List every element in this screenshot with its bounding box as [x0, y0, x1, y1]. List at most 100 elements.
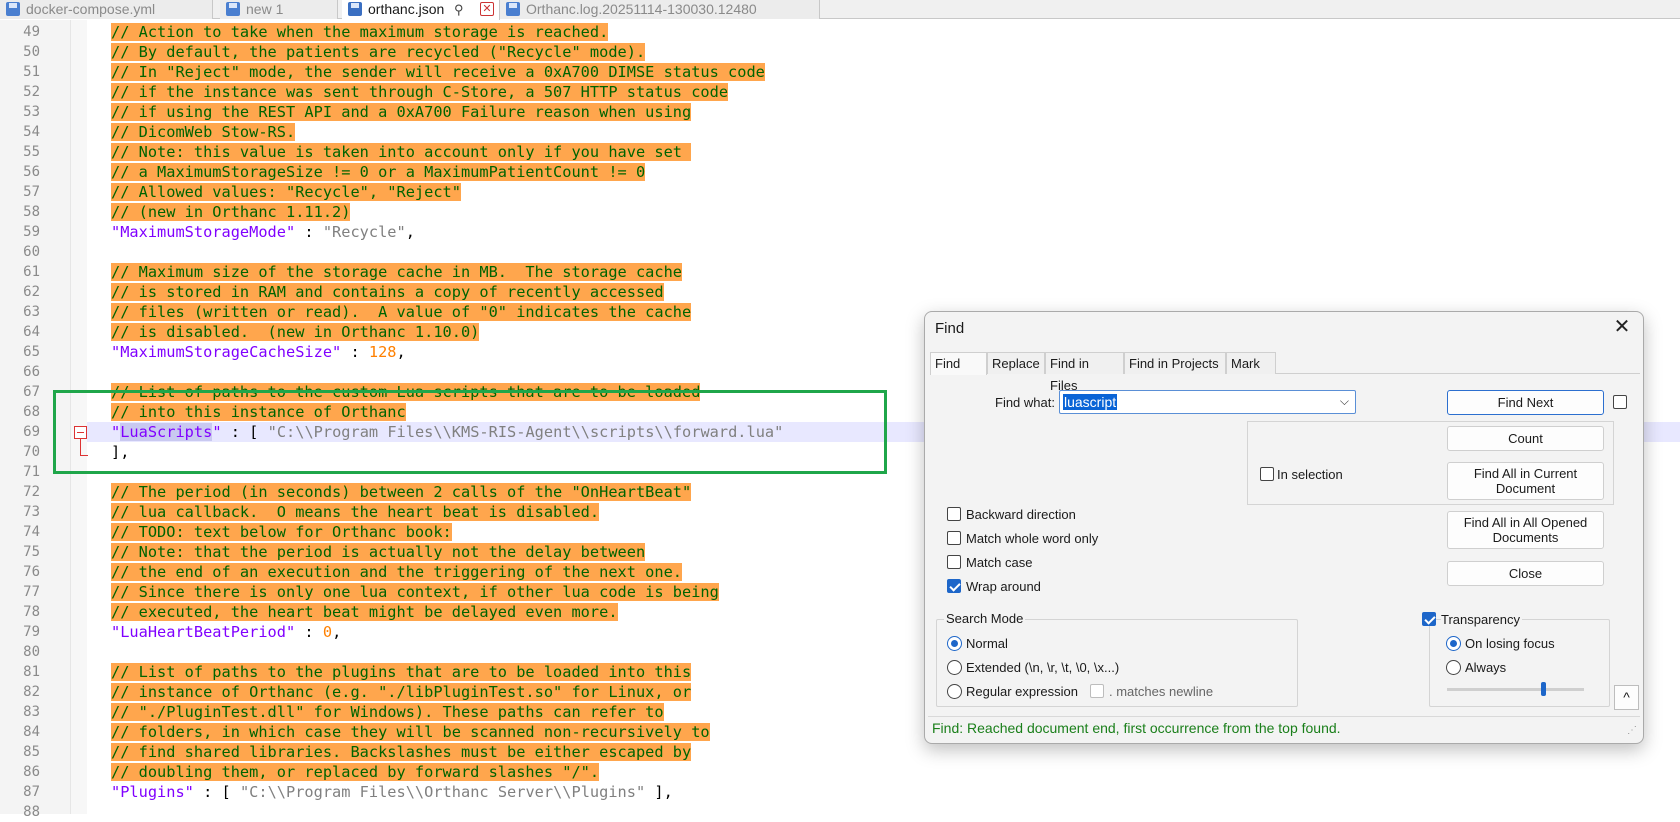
json-separator: :: [341, 343, 369, 361]
line-number: 65: [23, 344, 40, 360]
line-number: 69: [23, 424, 40, 440]
line-number: 53: [23, 104, 40, 120]
code-line[interactable]: // Maximum size of the storage cache in …: [111, 262, 682, 282]
code-line[interactable]: // if the instance was sent through C-St…: [111, 82, 729, 102]
code-line[interactable]: "MaximumStorageMode" : "Recycle",: [111, 222, 415, 242]
comment-text: // DicomWeb Stow-RS.: [111, 123, 296, 141]
tab-replace[interactable]: Replace: [987, 352, 1045, 374]
line-number: 72: [23, 484, 40, 500]
code-line[interactable]: // is disabled. (new in Orthanc 1.10.0): [111, 322, 480, 342]
comment-text: // if the instance was sent through C-St…: [111, 83, 729, 101]
code-line[interactable]: "MaximumStorageCacheSize" : 128,: [111, 342, 406, 362]
regex-radio[interactable]: [947, 684, 962, 699]
comment-text: // Allowed values: "Recycle", "Reject": [111, 183, 461, 201]
line-number: 81: [23, 664, 40, 680]
line-number: 67: [23, 384, 40, 400]
document-tab-bar: docker-compose.yml new 1 orthanc.json ⚲ …: [0, 0, 1680, 20]
code-line[interactable]: // lua callback. O means the heart beat …: [111, 502, 600, 522]
code-line[interactable]: // find shared libraries. Backslashes mu…: [111, 742, 692, 762]
extended-radio[interactable]: [947, 660, 962, 675]
code-line[interactable]: // By default, the patients are recycled…: [111, 42, 646, 62]
comment-text: // The period (in seconds) between 2 cal…: [111, 483, 692, 501]
code-line[interactable]: // Note: this value is taken into accoun…: [111, 142, 692, 162]
line-number: 54: [23, 124, 40, 140]
tab-find[interactable]: Find: [930, 352, 987, 375]
json-value: "C:\\Program Files\\Orthanc Server\\Plug…: [239, 783, 646, 801]
code-line[interactable]: // Allowed values: "Recycle", "Reject": [111, 182, 461, 202]
match-whole-word-checkbox[interactable]: [947, 531, 961, 545]
tab-docker-compose[interactable]: docker-compose.yml: [0, 0, 213, 19]
code-line[interactable]: // Since there is only one lua context, …: [111, 582, 719, 602]
normal-radio[interactable]: [947, 636, 962, 651]
tab-find-in-files[interactable]: Find in Files: [1045, 352, 1124, 393]
code-line[interactable]: // folders, in which case they will be s…: [111, 722, 710, 742]
normal-label: Normal: [966, 636, 1008, 651]
code-line[interactable]: // (new in Orthanc 1.11.2): [111, 202, 351, 222]
match-case-checkbox[interactable]: [947, 555, 961, 569]
transparency-label: Transparency: [1441, 612, 1522, 627]
tab-orthanc-log[interactable]: Orthanc.log.20251114-130030.12480: [500, 0, 820, 19]
transparency-slider[interactable]: [1447, 688, 1584, 691]
tab-new-1[interactable]: new 1: [220, 0, 338, 19]
always-radio[interactable]: [1446, 660, 1461, 675]
line-number: 68: [23, 404, 40, 420]
backward-direction-label: Backward direction: [966, 507, 1076, 522]
on-losing-focus-radio[interactable]: [1446, 636, 1461, 651]
chevron-down-icon[interactable]: ⌵: [1340, 394, 1349, 409]
resize-grip-icon[interactable]: ⋰: [1627, 725, 1637, 736]
backward-direction-checkbox[interactable]: [947, 507, 961, 521]
code-line[interactable]: // TODO: text below for Orthanc book:: [111, 522, 452, 542]
matches-newline-checkbox[interactable]: [1090, 684, 1104, 698]
code-line[interactable]: // files (written or read). A value of "…: [111, 302, 692, 322]
extended-label: Extended (\n, \r, \t, \0, \x...): [966, 660, 1120, 675]
transparency-checkbox[interactable]: [1422, 612, 1436, 626]
find-all-opened-documents-button[interactable]: Find All in All Opened Documents: [1447, 511, 1604, 549]
line-number: 86: [23, 764, 40, 780]
wrap-around-checkbox[interactable]: [947, 579, 961, 593]
find-what-input[interactable]: luascript ⌵: [1059, 390, 1356, 414]
line-number: 77: [23, 584, 40, 600]
comment-text: // executed, the heart beat might be del…: [111, 603, 618, 621]
comment-text: // lua callback. O means the heart beat …: [111, 503, 600, 521]
status-bar: Find: Reached document end, first occurr…: [928, 716, 1640, 738]
code-line[interactable]: // The period (in seconds) between 2 cal…: [111, 482, 692, 502]
find-next-button[interactable]: Find Next: [1447, 390, 1604, 415]
code-line[interactable]: // DicomWeb Stow-RS.: [111, 122, 296, 142]
tab-orthanc-json[interactable]: orthanc.json: [342, 0, 500, 20]
code-line[interactable]: // executed, the heart beat might be del…: [111, 602, 618, 622]
code-line[interactable]: // Note: that the period is actually not…: [111, 542, 646, 562]
comment-text: // List of paths to the plugins that are…: [111, 663, 692, 681]
code-line[interactable]: // the end of an execution and the trigg…: [111, 562, 682, 582]
comment-text: // Action to take when the maximum stora…: [111, 23, 609, 41]
transparency-slider-thumb[interactable]: [1540, 682, 1546, 696]
code-line[interactable]: "Plugins" : [ "C:\\Program Files\\Orthan…: [111, 782, 673, 802]
code-line[interactable]: // is stored in RAM and contains a copy …: [111, 282, 664, 302]
close-button[interactable]: Close: [1447, 561, 1604, 586]
tab-mark[interactable]: Mark: [1226, 352, 1276, 374]
in-selection-checkbox[interactable]: [1260, 467, 1274, 481]
save-disk-icon: [226, 2, 240, 16]
json-key: "Plugins": [111, 783, 194, 801]
close-tab-icon[interactable]: ✕: [480, 2, 494, 16]
comment-text: // is stored in RAM and contains a copy …: [111, 283, 664, 301]
close-icon[interactable]: ✕: [1611, 316, 1633, 338]
collapse-icon[interactable]: ^: [1614, 685, 1639, 710]
line-number: 85: [23, 744, 40, 760]
pin-icon[interactable]: ⚲: [454, 0, 464, 19]
code-line[interactable]: // if using the REST API and a 0xA700 Fa…: [111, 102, 692, 122]
code-line[interactable]: // "./PluginTest.dll" for Windows). Thes…: [111, 702, 664, 722]
code-line[interactable]: "LuaHeartBeatPeriod" : 0,: [111, 622, 341, 642]
code-line[interactable]: // doubling them, or replaced by forward…: [111, 762, 600, 782]
code-line[interactable]: // Action to take when the maximum stora…: [111, 22, 609, 42]
line-number: 57: [23, 184, 40, 200]
comment-text: // TODO: text below for Orthanc book:: [111, 523, 452, 541]
code-line[interactable]: // List of paths to the plugins that are…: [111, 662, 692, 682]
code-line[interactable]: // a MaximumStorageSize != 0 or a Maximu…: [111, 162, 646, 182]
count-button[interactable]: Count: [1447, 426, 1604, 451]
code-line[interactable]: // In "Reject" mode, the sender will rec…: [111, 62, 765, 82]
code-line[interactable]: // instance of Orthanc (e.g. "./libPlugi…: [111, 682, 692, 702]
tab-find-in-projects[interactable]: Find in Projects: [1124, 352, 1226, 374]
find-all-current-document-button[interactable]: Find All in Current Document: [1447, 462, 1604, 500]
json-punctuation: ,: [405, 223, 415, 241]
find-next-option-checkbox[interactable]: [1613, 395, 1627, 409]
